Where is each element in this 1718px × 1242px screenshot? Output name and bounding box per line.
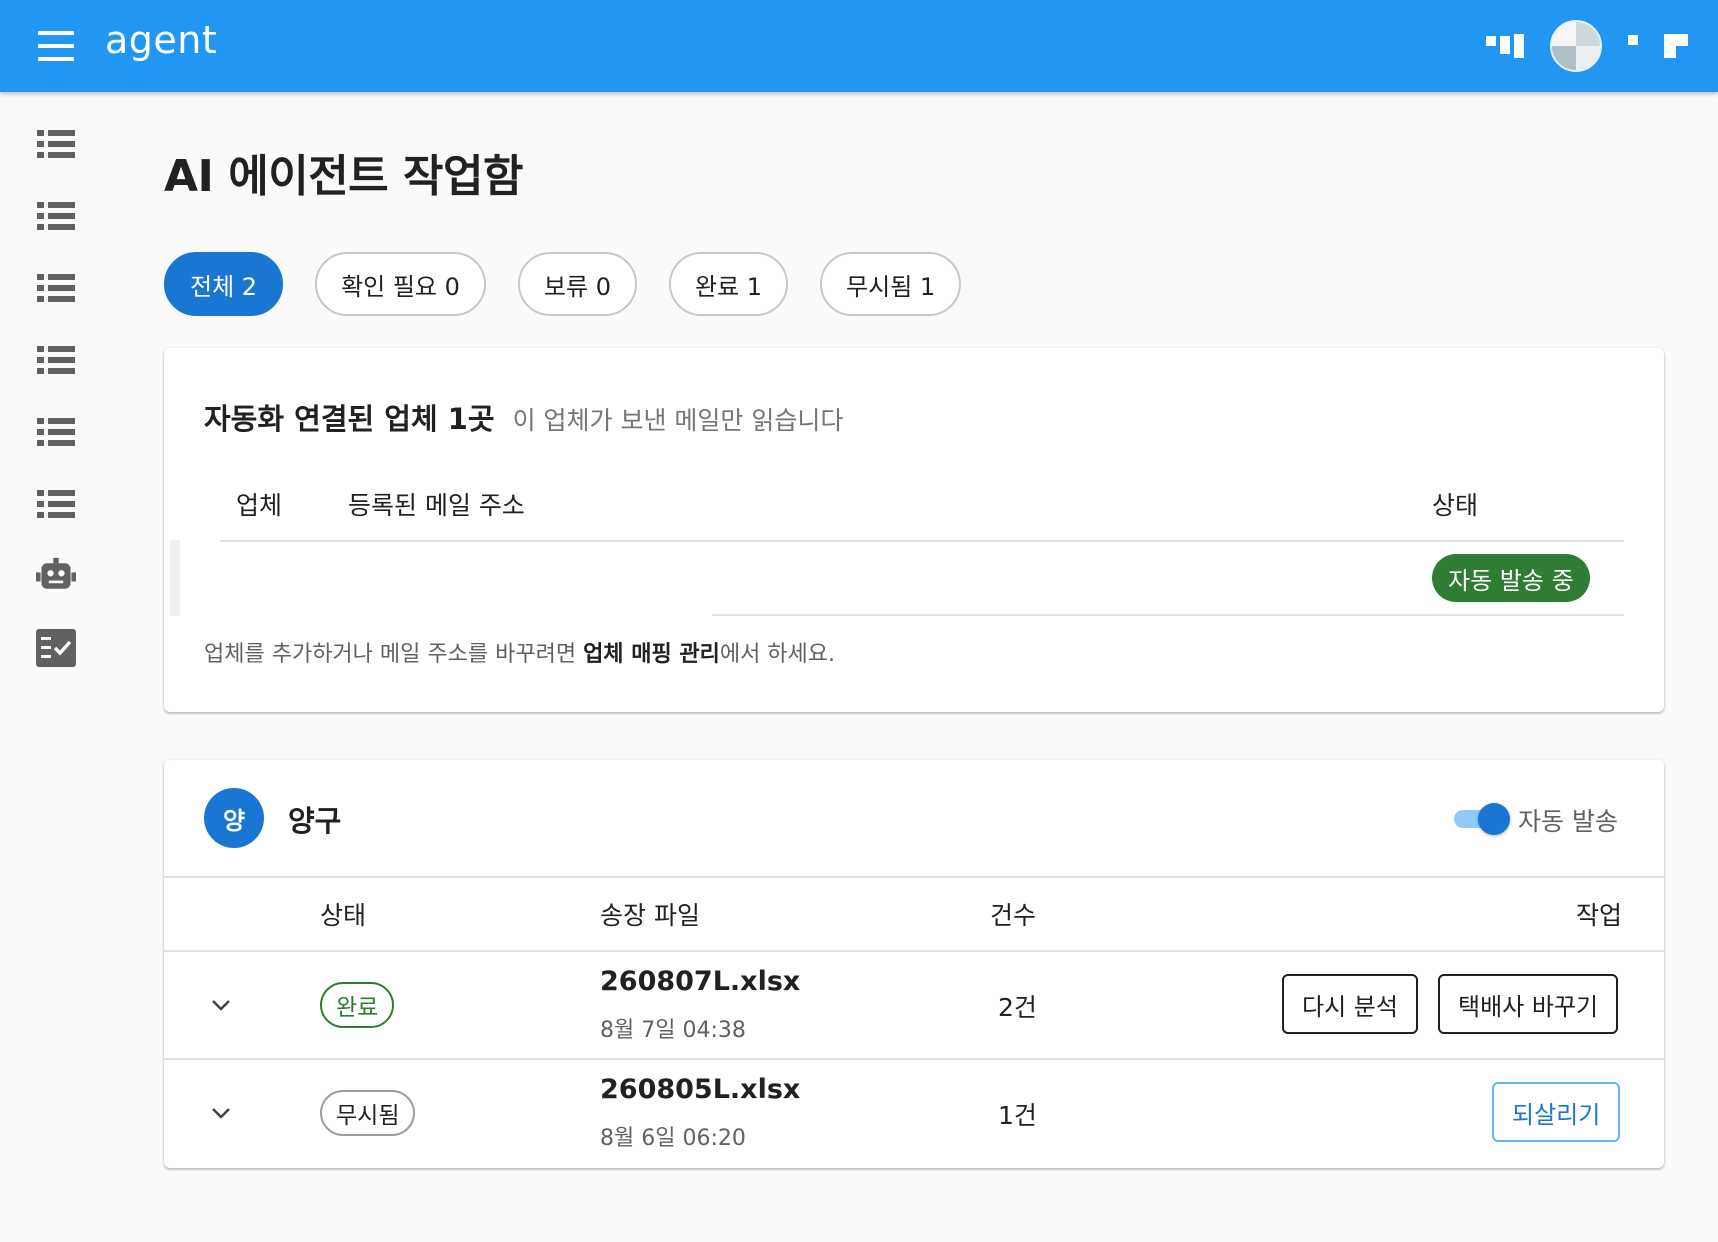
filter-chips: 전체 2 확인 필요 0 보류 0 완료 1 무시됨 1 [164, 252, 962, 316]
list-icon[interactable] [36, 412, 76, 452]
invoice-count: 1건 [998, 1101, 1037, 1130]
checklist-icon[interactable] [36, 628, 76, 668]
status-badge: 완료 [320, 982, 395, 1028]
linked-vendors-header: 자동화 연결된 업체 1곳 이 업체가 보낸 메일만 읽습니다 [204, 396, 843, 438]
filter-chip-done[interactable]: 완료 1 [668, 252, 789, 316]
list-icon[interactable] [36, 340, 76, 380]
vendor-name: 양구 [288, 804, 342, 838]
column-header-vendor: 업체 [236, 491, 283, 520]
status-badge: 무시됨 [320, 1090, 416, 1136]
account-icon[interactable] [1664, 34, 1688, 58]
column-header-file: 송장 파일 [600, 901, 700, 930]
reanalyze-button[interactable]: 다시 분석 [1282, 974, 1418, 1034]
auto-send-label: 자동 발송 [1518, 807, 1618, 836]
linked-vendors-heading: 자동화 연결된 업체 1곳 [204, 402, 495, 436]
status-dot [1628, 35, 1638, 45]
invoice-date: 8월 7일 04:38 [600, 1018, 746, 1043]
mapping-note-prefix: 업체를 추가하거나 메일 주소를 바꾸려면 [204, 642, 584, 667]
invoice-file-name: 260807L.xlsx [600, 966, 801, 997]
filter-chip-ignored[interactable]: 무시됨 1 [820, 252, 962, 316]
column-header-count: 건수 [990, 901, 1037, 930]
row-indicator [170, 540, 180, 616]
table-divider [712, 614, 1624, 616]
filter-chip-all[interactable]: 전체 2 [164, 252, 284, 316]
column-header-status: 상태 [320, 901, 367, 930]
invoice-count: 2건 [998, 993, 1037, 1022]
vendor-invoice-card: 양 양구 자동 발송 상태 송장 파일 건수 작업 완료 260807L.xls… [164, 760, 1664, 1168]
invoice-date: 8월 6일 06:20 [600, 1126, 746, 1151]
app-title: agent [105, 18, 218, 62]
restore-button[interactable]: 되살리기 [1492, 1082, 1621, 1142]
mapping-note-suffix: 에서 하세요. [719, 642, 836, 667]
app-bar: agent [0, 0, 1718, 92]
table-divider [164, 950, 1664, 952]
side-rail [0, 92, 112, 1242]
expand-chevron-icon[interactable] [210, 994, 232, 1016]
status-badge-auto-sending: 자동 발송 중 [1432, 554, 1590, 602]
expand-chevron-icon[interactable] [210, 1102, 232, 1124]
list-icon[interactable] [36, 484, 76, 524]
column-header-email: 등록된 메일 주소 [348, 491, 525, 520]
vendor-mapping-link[interactable]: 업체 매핑 관리 [583, 642, 720, 667]
user-avatar[interactable] [1550, 20, 1602, 72]
menu-icon[interactable] [36, 28, 76, 64]
list-icon[interactable] [36, 196, 76, 236]
table-divider [220, 540, 1624, 542]
linked-vendors-card: 자동화 연결된 업체 1곳 이 업체가 보낸 메일만 읽습니다 업체 등록된 메… [164, 348, 1664, 712]
filter-chip-on-hold[interactable]: 보류 0 [517, 252, 637, 316]
vendor-avatar: 양 [204, 788, 264, 848]
header-divider [164, 876, 1664, 878]
table-divider [164, 1058, 1664, 1060]
column-header-action: 작업 [1576, 901, 1623, 930]
column-header-status: 상태 [1432, 491, 1479, 520]
mapping-note: 업체를 추가하거나 메일 주소를 바꾸려면 업체 매핑 관리에서 하세요. [204, 636, 835, 668]
robot-icon[interactable] [36, 556, 76, 596]
list-icon[interactable] [36, 268, 76, 308]
top-right-actions [1486, 18, 1688, 74]
notification-icon[interactable] [1486, 34, 1524, 58]
filter-chip-needs-review[interactable]: 확인 필요 0 [315, 252, 486, 316]
page-title: AI 에이전트 작업함 [164, 151, 523, 202]
list-icon[interactable] [36, 124, 76, 164]
change-courier-button[interactable]: 택배사 바꾸기 [1438, 974, 1619, 1034]
auto-send-toggle[interactable] [1452, 800, 1510, 836]
invoice-file-name: 260805L.xlsx [600, 1074, 801, 1105]
linked-vendors-subheading: 이 업체가 보낸 메일만 읽습니다 [512, 406, 844, 435]
